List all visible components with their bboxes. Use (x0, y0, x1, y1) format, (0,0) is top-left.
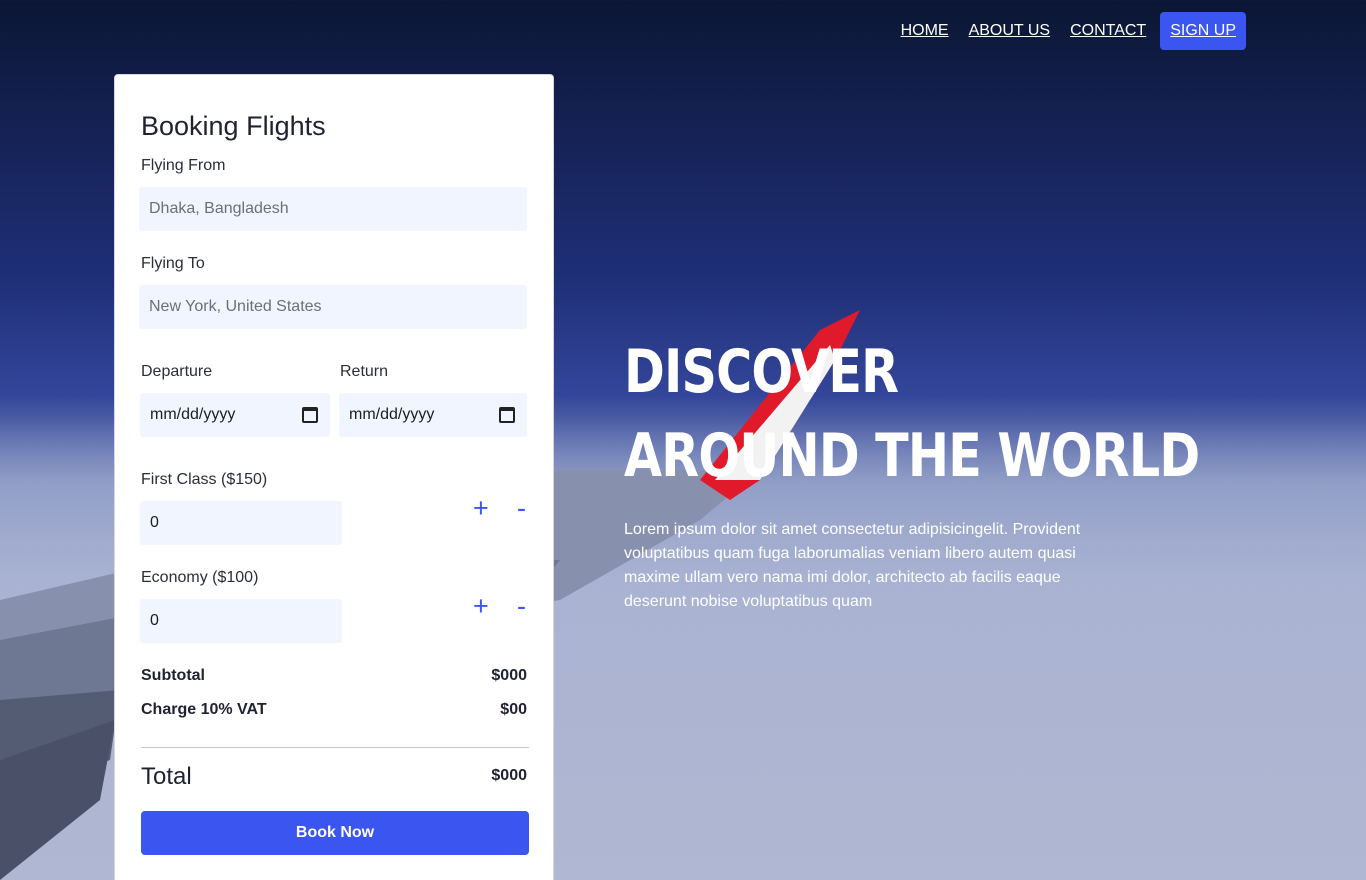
subtotal-value: $000 (491, 667, 527, 684)
flying-to-input[interactable]: New York, United States (139, 285, 527, 329)
flying-from-label: Flying From (141, 157, 226, 174)
booking-title: Booking Flights (141, 111, 326, 141)
divider (141, 747, 529, 748)
departure-label: Departure (141, 363, 213, 380)
return-date-input[interactable]: mm/dd/yyyy (339, 393, 527, 437)
first-class-minus-button[interactable]: - (517, 493, 526, 524)
first-class-plus-button[interactable]: + (473, 493, 489, 524)
hero-description: Lorem ipsum dolor sit amet consectetur a… (624, 521, 1081, 610)
calendar-icon[interactable] (499, 407, 515, 423)
economy-quantity-input[interactable]: 0 (140, 599, 342, 643)
total-value: $000 (491, 767, 527, 784)
subtotal-label: Subtotal (141, 667, 205, 684)
departure-date-value: mm/dd/yyyy (150, 406, 236, 423)
departure-date-input[interactable]: mm/dd/yyyy (140, 393, 330, 437)
return-date-value: mm/dd/yyyy (349, 406, 435, 423)
economy-plus-button[interactable]: + (473, 591, 489, 622)
total-label: Total (141, 763, 192, 790)
vat-label: Charge 10% VAT (141, 701, 267, 718)
vat-value: $00 (500, 701, 527, 718)
hero-title-line2: AROUND THE WORLD (624, 421, 1200, 491)
flying-from-input[interactable]: Dhaka, Bangladesh (139, 187, 527, 231)
first-class-label: First Class ($150) (141, 471, 268, 488)
economy-label: Economy ($100) (141, 569, 259, 586)
calendar-icon[interactable] (302, 407, 318, 423)
first-class-quantity-input[interactable]: 0 (140, 501, 342, 545)
nav-home-link[interactable]: HOME (901, 22, 949, 40)
top-nav: HOME ABOUT US CONTACT SIGN UP (901, 12, 1246, 50)
book-now-button[interactable]: Book Now (141, 811, 529, 855)
nav-about-link[interactable]: ABOUT US (969, 22, 1051, 40)
signup-button[interactable]: SIGN UP (1160, 12, 1246, 50)
economy-minus-button[interactable]: - (517, 591, 526, 622)
hero-title: DISCOVER AROUND THE WORLD (624, 330, 1200, 498)
return-label: Return (340, 363, 389, 380)
nav-contact-link[interactable]: CONTACT (1070, 22, 1146, 40)
flying-to-label: Flying To (141, 255, 205, 272)
booking-card: Booking Flights Flying From Dhaka, Bangl… (114, 74, 554, 880)
hero-title-line1: DISCOVER (624, 337, 899, 407)
